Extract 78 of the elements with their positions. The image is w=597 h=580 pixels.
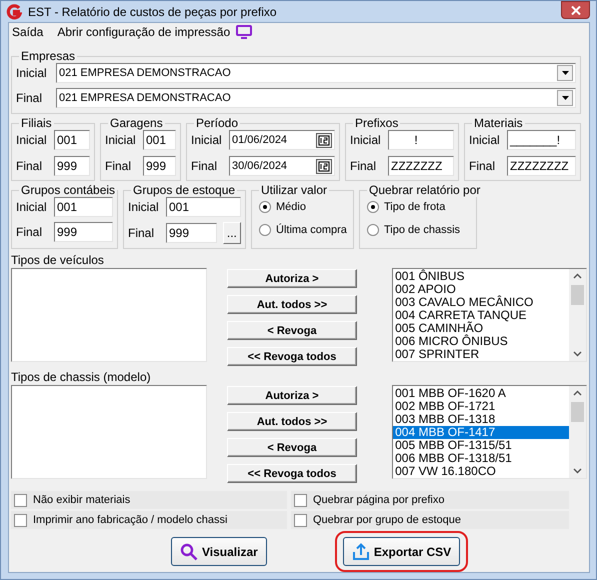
text-field[interactable]: ! [388, 130, 454, 150]
date-field[interactable]: 01/06/2024 [229, 130, 335, 150]
field-label: Final [16, 91, 44, 105]
radio-label[interactable]: Tipo de frota [384, 201, 446, 213]
text-field[interactable]: 001 [54, 130, 90, 150]
field-label: Final [105, 159, 132, 173]
group-title: Filiais [20, 116, 53, 130]
group-title: Empresas [20, 49, 76, 63]
list-item[interactable]: 003 CAVALO MECÂNICO [393, 296, 569, 309]
group-title: Período [195, 116, 240, 130]
authorized-list[interactable]: 001 ÔNIBUS 002 APOIO 003 CAVALO MECÂNICO 004 CARRETA TANQUE 005 CAMINHÃO 006 MICRO ÔNIBUS 007 SPRINTER [392, 268, 587, 362]
group-title: Quebrar relatório por [368, 183, 482, 197]
field-label: Inicial [350, 133, 382, 147]
group-title: Garagens [109, 116, 164, 130]
list-item[interactable]: 007 SPRINTER [393, 348, 569, 361]
company-dropdown[interactable]: 021 EMPRESA DEMONSTRACAO [56, 88, 576, 108]
group-title: Prefixos [354, 116, 400, 130]
group-title: Materiais [473, 116, 524, 130]
field-label: Inicial [191, 133, 223, 147]
field-label: Inicial [128, 200, 160, 214]
field-label: Inicial [105, 133, 137, 147]
menu-item[interactable]: Saída [12, 25, 44, 39]
text-field[interactable]: 999 [54, 222, 113, 242]
transfer-button[interactable]: Autoriza > [226, 269, 358, 288]
field-label: Final [191, 159, 218, 173]
group-title: Utilizar valor [260, 183, 328, 197]
menu-item[interactable]: Abrir configuração de impressão [57, 25, 230, 39]
field-label: Inicial [469, 133, 501, 147]
authorized-list[interactable]: 001 MBB OF-1620 A 002 MBB OF-1721 003 MBB OF-1318 004 MBB OF-1417 005 MBB OF-1315/51 006 MBB OF-1318/51 007 VW 16.180CO [392, 385, 587, 479]
text-field[interactable]: 001 [143, 130, 176, 150]
field-label: Final [16, 225, 44, 239]
transfer-button[interactable]: << Revoga todos [226, 347, 358, 366]
field-label: Final [16, 159, 44, 173]
action-button[interactable]: Visualizar [171, 537, 267, 566]
text-field[interactable]: _______! [507, 130, 576, 150]
list-item[interactable]: 001 ÔNIBUS [393, 270, 569, 283]
radio-label[interactable]: Última compra [276, 224, 347, 236]
section-label: Tipos de veículos [11, 253, 105, 267]
window-title: EST - Relatório de custos de peças por prefixo [28, 4, 278, 18]
list-item[interactable]: 003 MBB OF-1318 [393, 413, 569, 426]
group-title: Grupos contábeis [20, 183, 116, 197]
field-label: Inicial [16, 133, 48, 147]
list-item[interactable]: 007 VW 16.180CO [393, 465, 569, 478]
transfer-button[interactable]: << Revoga todos [226, 464, 358, 483]
transfer-button[interactable]: < Revoga [226, 321, 358, 340]
list-item[interactable]: 006 MICRO ÔNIBUS [393, 335, 569, 348]
field-label: Inicial [16, 66, 48, 80]
text-field[interactable]: 001 [166, 197, 241, 217]
action-button[interactable]: Exportar CSV [342, 537, 460, 566]
transfer-button[interactable]: Autoriza > [226, 386, 358, 405]
browse-button[interactable]: ... [222, 222, 241, 244]
radio-label[interactable]: Médio [276, 201, 306, 213]
company-dropdown[interactable]: 021 EMPRESA DEMONSTRACAO [56, 63, 576, 83]
field-label: Inicial [16, 200, 48, 214]
radio-label[interactable]: Tipo de chassis [384, 224, 460, 236]
text-field[interactable]: ZZZZZZZZ [507, 156, 576, 176]
transfer-button[interactable]: Aut. todos >> [226, 412, 358, 431]
text-field[interactable]: 999 [166, 223, 217, 243]
group-title: Grupos de estoque [132, 183, 236, 197]
transfer-button[interactable]: < Revoga [226, 438, 358, 457]
list-item[interactable]: 001 MBB OF-1620 A [393, 387, 569, 400]
section-label: Tipos de chassis (modelo) [11, 370, 152, 384]
field-label: Final [350, 159, 378, 173]
transfer-button[interactable]: Aut. todos >> [226, 295, 358, 314]
list-item[interactable]: 006 MBB OF-1318/51 [393, 452, 569, 465]
field-label: Final [469, 159, 496, 173]
list-item[interactable]: 004 MBB OF-1417 [393, 426, 569, 439]
text-field[interactable]: 999 [143, 156, 176, 176]
text-field[interactable]: 001 [54, 197, 113, 217]
list-item[interactable]: 004 CARRETA TANQUE [393, 309, 569, 322]
date-field[interactable]: 30/06/2024 [229, 156, 335, 176]
list-item[interactable]: 002 APOIO [393, 283, 569, 296]
text-field[interactable]: ZZZZZZZ [388, 156, 454, 176]
list-item[interactable]: 002 MBB OF-1721 [393, 400, 569, 413]
field-label: Final [128, 226, 156, 240]
text-field[interactable]: 999 [54, 156, 90, 176]
list-item[interactable]: 005 MBB OF-1315/51 [393, 439, 569, 452]
list-item[interactable]: 005 CAMINHÃO [393, 322, 569, 335]
